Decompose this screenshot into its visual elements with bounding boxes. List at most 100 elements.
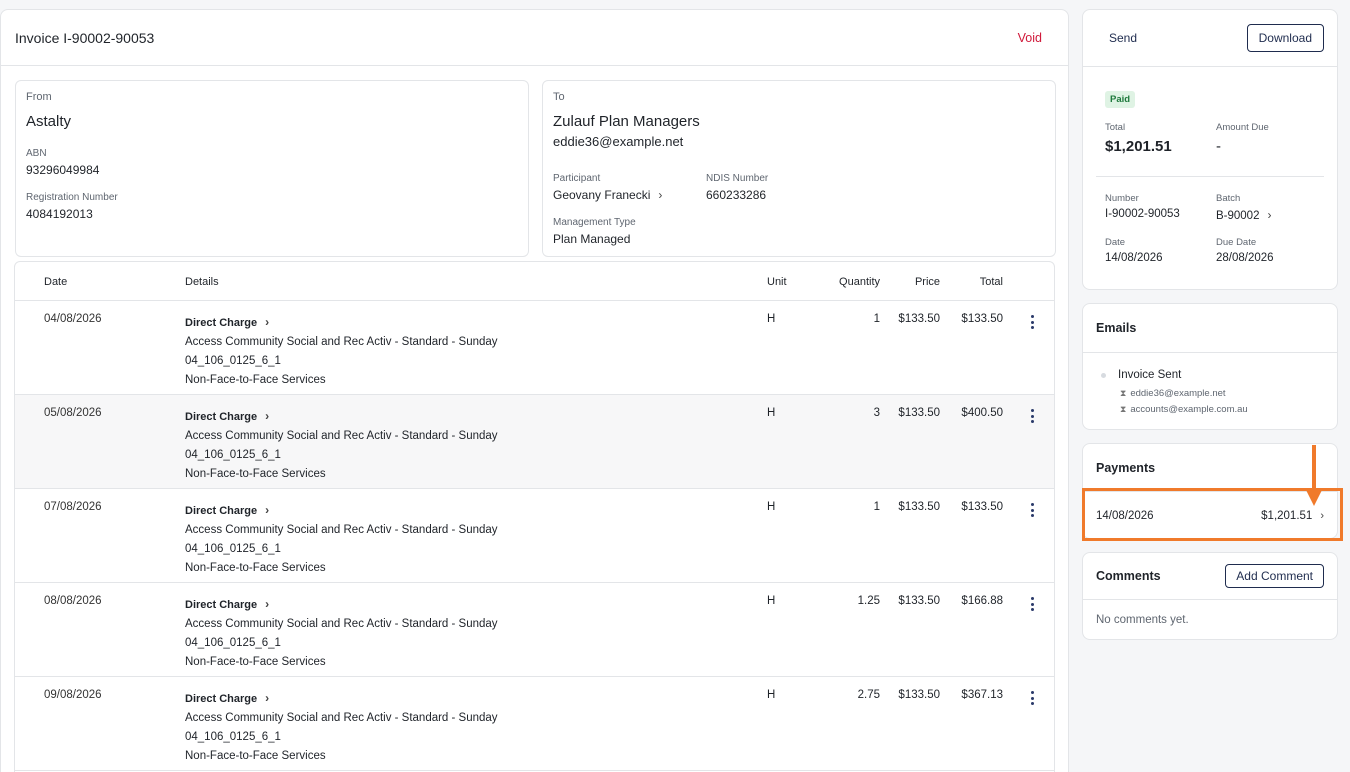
row-menu-icon[interactable] (1027, 597, 1037, 611)
batch-link[interactable]: B-90002 › (1216, 208, 1271, 222)
row-total: $133.50 (961, 501, 1003, 513)
send-button[interactable]: Send (1109, 31, 1137, 45)
row-price: $133.50 (898, 407, 940, 419)
management-value: Plan Managed (553, 232, 631, 246)
payment-amount: $1,201.51 (1261, 509, 1313, 522)
total-label: Total (1105, 122, 1126, 133)
invoice-header: Invoice I-90002-90053 Void (1, 10, 1068, 66)
participant-label: Participant (553, 173, 601, 184)
charge-title: Direct Charge (185, 599, 258, 611)
table-row: 04/08/2026 Direct Charge › Access Communi… (15, 301, 1054, 395)
row-quantity: 2.75 (857, 689, 880, 701)
row-unit: H (767, 313, 776, 325)
row-total: $166.88 (961, 595, 1003, 607)
comments-title: Comments (1096, 569, 1161, 583)
row-details: Direct Charge › Access Community Social a… (185, 407, 498, 484)
direct-charge-link[interactable]: Direct Charge › (185, 595, 498, 615)
total-value: $1,201.51 (1105, 138, 1172, 155)
row-details: Direct Charge › Access Community Social a… (185, 689, 498, 766)
download-button[interactable]: Download (1246, 24, 1324, 52)
row-unit: H (767, 501, 776, 513)
participant-link[interactable]: Geovany Franecki › (553, 188, 662, 202)
detail-service: Non-Face-to-Face Services (185, 750, 326, 762)
header-unit: Unit (767, 276, 787, 288)
table-header: Date Details Unit Quantity Price Total (15, 262, 1054, 301)
direct-charge-link[interactable]: Direct Charge › (185, 407, 498, 427)
direct-charge-link[interactable]: Direct Charge › (185, 501, 498, 521)
annotation-arrow-head-icon (1305, 488, 1323, 506)
row-total: $133.50 (961, 313, 1003, 325)
hourglass-icon: ⧗ (1120, 388, 1127, 398)
hourglass-icon: ⧗ (1120, 404, 1127, 414)
row-quantity: 1 (873, 313, 880, 325)
registration-label: Registration Number (26, 192, 118, 203)
annotation-arrow-shaft (1312, 445, 1316, 490)
row-date: 08/08/2026 (44, 595, 102, 607)
row-menu-icon[interactable] (1027, 409, 1037, 423)
detail-line: Access Community Social and Rec Activ - … (185, 336, 498, 348)
row-details: Direct Charge › Access Community Social a… (185, 501, 498, 578)
row-date: 05/08/2026 (44, 407, 102, 419)
row-unit: H (767, 689, 776, 701)
management-label: Management Type (553, 217, 636, 228)
participant-block: Participant Geovany Franecki › (553, 173, 662, 202)
row-menu-icon[interactable] (1027, 315, 1037, 329)
recipient-email: eddie36@example.net (1130, 388, 1226, 399)
row-menu-icon[interactable] (1027, 503, 1037, 517)
date-value: 14/08/2026 (1105, 252, 1163, 264)
row-menu-icon[interactable] (1027, 691, 1037, 705)
batch-label: Batch (1216, 193, 1241, 204)
invoice-title: Invoice I-90002-90053 (15, 29, 155, 46)
to-label: To (553, 91, 565, 103)
row-price: $133.50 (898, 501, 940, 513)
header-date: Date (44, 276, 68, 288)
header-price: Price (914, 276, 940, 288)
direct-charge-link[interactable]: Direct Charge › (185, 689, 498, 709)
row-total: $367.13 (961, 689, 1003, 701)
payments-card: Payments 14/08/2026 $1,201.51 › (1082, 443, 1338, 539)
row-unit: H (767, 407, 776, 419)
to-name: Zulauf Plan Managers (553, 113, 700, 130)
table-row: 07/08/2026 Direct Charge › Access Communi… (15, 489, 1054, 583)
comments-header: Comments Add Comment (1083, 553, 1337, 600)
direct-charge-link[interactable]: Direct Charge › (185, 313, 498, 333)
ndis-label: NDIS Number (706, 173, 769, 184)
ndis-value: 660233286 (706, 188, 767, 202)
detail-code: 04_106_0125_6_1 (185, 543, 281, 555)
void-button[interactable]: Void (1018, 31, 1042, 45)
number-label: Number (1105, 193, 1139, 204)
from-panel: From Astalty ABN 93296049984 Registratio… (15, 80, 529, 257)
detail-line: Access Community Social and Rec Activ - … (185, 712, 498, 724)
registration-value: 4084192013 (26, 207, 93, 221)
payment-row[interactable]: 14/08/2026 $1,201.51 › (1083, 491, 1337, 539)
payment-date: 14/08/2026 (1096, 509, 1154, 522)
chevron-right-icon: › (265, 315, 270, 329)
detail-code: 04_106_0125_6_1 (185, 449, 281, 461)
management-block: Management Type Plan Managed (553, 217, 636, 246)
header-quantity: Quantity (839, 276, 880, 288)
line-items-table: Date Details Unit Quantity Price Total 0… (14, 261, 1055, 772)
payments-header: Payments (1083, 444, 1337, 491)
row-date: 07/08/2026 (44, 501, 102, 513)
due-date-value: 28/08/2026 (1216, 252, 1274, 264)
detail-service: Non-Face-to-Face Services (185, 374, 326, 386)
empty-comments-text: No comments yet. (1096, 614, 1189, 626)
emails-header: Emails (1083, 304, 1337, 353)
charge-title: Direct Charge (185, 693, 258, 705)
chevron-right-icon: › (1320, 509, 1324, 522)
from-name: Astalty (26, 113, 72, 130)
charge-title: Direct Charge (185, 411, 258, 423)
ndis-block: NDIS Number 660233286 (706, 173, 768, 202)
status-badge: Paid (1105, 91, 1136, 108)
chevron-right-icon: › (265, 691, 270, 705)
amount-due-value: - (1216, 138, 1221, 155)
abn-value: 93296049984 (26, 163, 100, 177)
row-quantity: 1 (873, 501, 880, 513)
charge-title: Direct Charge (185, 317, 258, 329)
summary-card: Send Download Paid Total $1,201.51 Amoun… (1082, 9, 1338, 290)
add-comment-button[interactable]: Add Comment (1225, 564, 1324, 588)
batch-value: B-90002 (1216, 210, 1260, 222)
abn-label: ABN (26, 148, 47, 159)
due-date-label: Due Date (1216, 237, 1257, 248)
emails-title: Emails (1096, 321, 1137, 335)
